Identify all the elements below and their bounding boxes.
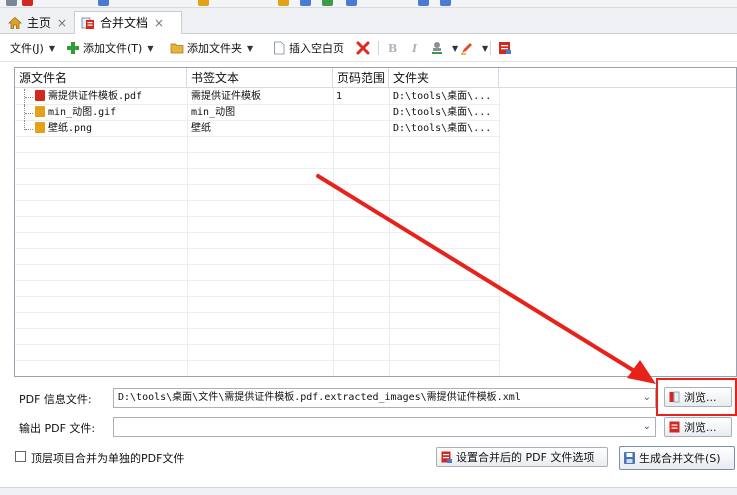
- list-header: 源文件名 书签文本 页码范围 文件夹: [15, 68, 736, 88]
- image-file-icon: [35, 122, 45, 133]
- annotation-highlight-box: [656, 378, 737, 416]
- folder-icon: [170, 43, 184, 54]
- tab-home[interactable]: 主页 ×: [2, 11, 74, 34]
- toolbar-icon[interactable]: [346, 0, 357, 6]
- chevron-down-icon: ▼: [147, 43, 154, 53]
- pdf-icon: [669, 421, 680, 433]
- pdf-info-file-combo[interactable]: D:\tools\桌面\文件\需提供证件模板.pdf.extracted_ima…: [113, 388, 656, 408]
- delete-x-icon: [356, 41, 370, 55]
- table-row[interactable]: 需提供证件模板.pdf 需提供证件模板 1 D:\tools\桌面\...: [15, 89, 505, 105]
- home-icon: [8, 16, 22, 29]
- merge-top-items-label: 顶层项目合并为单独的PDF文件: [31, 452, 185, 465]
- merge-document-icon: [81, 17, 94, 29]
- browse-output-button[interactable]: 浏览...: [664, 417, 732, 437]
- toolbar-icon[interactable]: [278, 0, 289, 6]
- blank-page-icon: [274, 41, 285, 55]
- toolbar-icon[interactable]: [418, 0, 429, 6]
- bold-label: B: [388, 41, 398, 55]
- toolbar-icon[interactable]: [22, 0, 33, 6]
- toolbar-icon[interactable]: [440, 0, 451, 6]
- stamp-color-button[interactable]: ▼: [430, 39, 458, 57]
- column-folder[interactable]: 文件夹: [389, 68, 499, 88]
- column-bookmark-text[interactable]: 书签文本: [187, 68, 333, 88]
- toolbar-icon[interactable]: [300, 0, 311, 6]
- generate-label: 生成合并文件(S): [639, 452, 721, 465]
- stamp-icon: [432, 42, 442, 54]
- close-icon[interactable]: ×: [57, 16, 67, 30]
- close-icon[interactable]: ×: [154, 16, 164, 30]
- pdf-settings-button[interactable]: [498, 39, 515, 57]
- row-bookmark: 壁纸: [191, 123, 211, 134]
- add-folder-label: 添加文件夹: [187, 42, 242, 55]
- row-page-range: 1: [336, 91, 343, 102]
- toolbar-icon[interactable]: [98, 0, 109, 6]
- pdf-file-icon: [35, 90, 45, 101]
- pdf-settings-icon: [441, 451, 452, 463]
- column-page-range[interactable]: 页码范围: [333, 68, 389, 88]
- delete-button[interactable]: [356, 39, 373, 57]
- bold-button[interactable]: B: [388, 39, 397, 57]
- insert-blank-page-button[interactable]: 插入空白页: [272, 39, 344, 57]
- chevron-down-icon: ▼: [247, 43, 254, 53]
- row-folder: D:\tools\桌面\...: [393, 91, 492, 102]
- row-bookmark: min_动图: [191, 107, 236, 118]
- table-row[interactable]: 壁纸.png 壁纸 D:\tools\桌面\...: [15, 121, 505, 137]
- pen-icon: [461, 43, 472, 55]
- source-file-list[interactable]: 源文件名 书签文本 页码范围 文件夹 需提供证件模板.pdf 需提供证件模板 1…: [14, 67, 737, 377]
- tab-merge-label: 合并文档: [100, 16, 149, 30]
- highlight-color-button[interactable]: ▼: [460, 39, 488, 57]
- row-page-range: [336, 121, 386, 137]
- row-folder: D:\tools\桌面\...: [393, 107, 492, 118]
- tab-home-label: 主页: [27, 16, 52, 30]
- tab-bar: 主页 × 合并文档 ×: [0, 8, 737, 34]
- pdf-info-file-value: D:\tools\桌面\文件\需提供证件模板.pdf.extracted_ima…: [118, 392, 521, 403]
- generate-merged-file-button[interactable]: 生成合并文件(S): [619, 446, 735, 470]
- file-menu-label: 文件(J): [10, 42, 44, 55]
- output-pdf-file-combo[interactable]: ⌄: [113, 417, 656, 437]
- chevron-down-icon: ▼: [482, 43, 489, 53]
- row-filename: 需提供证件模板.pdf: [48, 91, 143, 102]
- pdf-info-file-label: PDF 信息文件:: [19, 393, 92, 406]
- pdf-icon: [499, 42, 511, 54]
- chevron-down-icon: ▼: [48, 43, 55, 53]
- output-pdf-file-label: 输出 PDF 文件:: [19, 422, 96, 435]
- row-bookmark: 需提供证件模板: [191, 91, 261, 102]
- insert-blank-label: 插入空白页: [289, 42, 344, 55]
- options-label: 设置合并后的 PDF 文件选项: [456, 451, 595, 464]
- toolbar-icon[interactable]: [322, 0, 333, 6]
- row-filename: 壁纸.png: [48, 123, 93, 134]
- browse-label: 浏览...: [684, 421, 717, 434]
- merge-toolbar: 文件(J) ▼ 添加文件(T) ▼ 添加文件夹 ▼ 插入空白页 B I ▼ ▼: [0, 34, 737, 62]
- tab-merge-documents[interactable]: 合并文档 ×: [74, 11, 182, 34]
- table-row[interactable]: min_动图.gif min_动图 D:\tools\桌面\...: [15, 105, 505, 121]
- top-toolbar-strip: [0, 0, 737, 8]
- italic-button[interactable]: I: [412, 39, 417, 57]
- add-file-button[interactable]: 添加文件(T) ▼: [66, 39, 153, 57]
- status-strip: [0, 487, 737, 495]
- merged-pdf-options-button[interactable]: 设置合并后的 PDF 文件选项: [436, 447, 608, 467]
- image-file-icon: [35, 106, 45, 117]
- file-menu-button[interactable]: 文件(J) ▼: [10, 39, 55, 57]
- add-file-label: 添加文件(T): [83, 42, 143, 55]
- toolbar-icon[interactable]: [6, 0, 17, 6]
- save-icon: [624, 452, 635, 464]
- add-folder-button[interactable]: 添加文件夹 ▼: [170, 39, 253, 57]
- row-filename: min_动图.gif: [48, 107, 117, 118]
- chevron-down-icon[interactable]: ⌄: [643, 389, 651, 407]
- italic-label: I: [412, 41, 418, 55]
- toolbar-icon[interactable]: [198, 0, 209, 6]
- chevron-down-icon: ▼: [452, 43, 459, 53]
- row-folder: D:\tools\桌面\...: [393, 123, 492, 134]
- column-source-filename[interactable]: 源文件名: [15, 68, 187, 88]
- chevron-down-icon[interactable]: ⌄: [643, 418, 651, 436]
- plus-icon: [67, 42, 79, 54]
- merge-top-items-checkbox[interactable]: [15, 451, 26, 462]
- row-page-range: [336, 105, 386, 121]
